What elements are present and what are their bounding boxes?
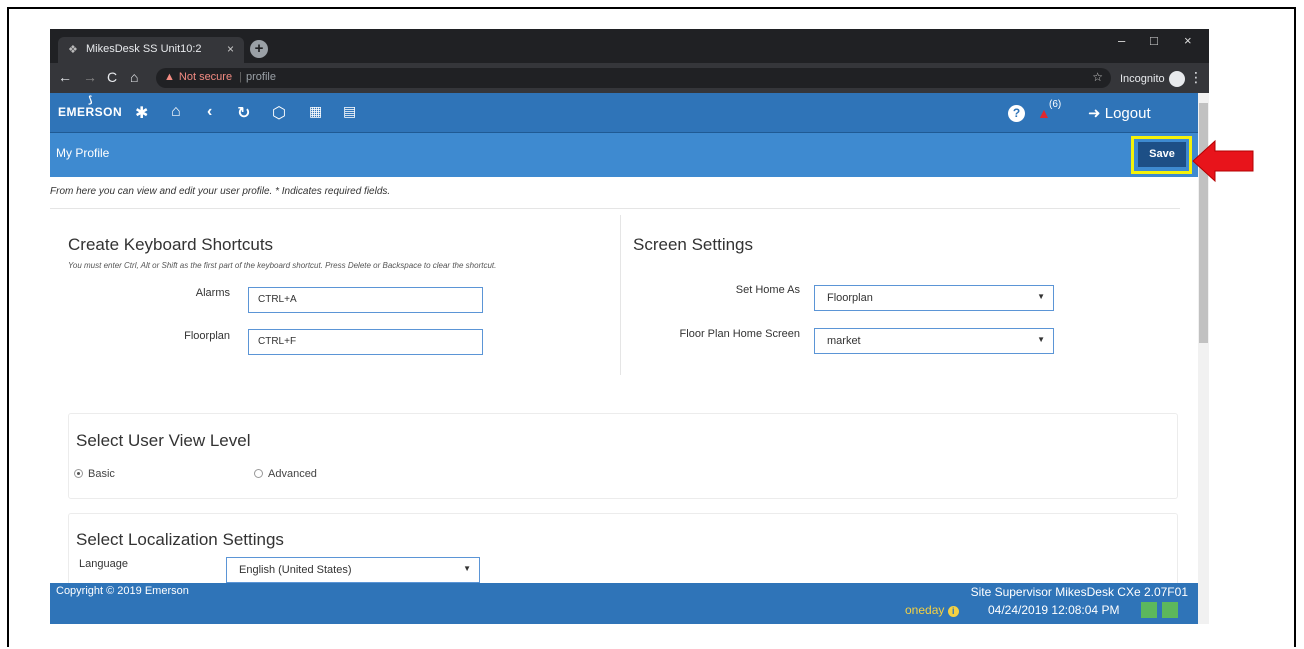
home-page-icon[interactable]: ⌂ — [130, 69, 138, 85]
dropdown-caret-icon: ▼ — [1037, 292, 1045, 301]
set-home-label: Set Home As — [735, 284, 800, 296]
warning-icon: ▲ — [164, 71, 175, 83]
floorplan-shortcut-input[interactable]: CTRL+F — [248, 329, 483, 355]
emerson-logo: ⟆ EMERSON — [58, 95, 123, 119]
maximize-button[interactable]: □ — [1150, 33, 1158, 48]
gear-icon[interactable]: ✱ — [135, 103, 148, 123]
profile-content: From here you can view and edit your use… — [50, 177, 1198, 593]
close-window-button[interactable]: × — [1184, 33, 1192, 48]
save-button[interactable]: Save — [1138, 142, 1186, 167]
view-level-title: Select User View Level — [76, 431, 251, 450]
oneday-status[interactable]: oneday i — [905, 603, 959, 617]
view-level-panel: Select User View Level Basic Advanced — [68, 413, 1178, 499]
incognito-icon — [1168, 71, 1185, 87]
help-icon[interactable]: ? — [1008, 105, 1025, 122]
notification-count[interactable]: (6) — [1049, 99, 1061, 110]
logout-icon: ➜ — [1088, 105, 1101, 122]
tab-strip: ❖ MikesDesk SS Unit10:2 × + – □ × — [50, 29, 1209, 63]
logout-button[interactable]: ➜ Logout — [1088, 104, 1151, 122]
copyright-text: Copyright © 2019 Emerson — [56, 585, 189, 597]
column-divider — [620, 215, 621, 375]
localization-title: Select Localization Settings — [76, 530, 284, 549]
language-select[interactable]: English (United States) ▼ — [226, 557, 480, 583]
browser-toolbar: ← → C ⌂ ▲ Not secure | profile ☆ Incognito… — [50, 63, 1209, 93]
forward-arrow-icon[interactable]: → — [83, 69, 97, 85]
radio-selected-icon — [74, 469, 83, 478]
app-header: ⟆ EMERSON ✱ ⌂ ‹ ↻ ⬡ ▦ ▤ ? ▲ (6) ➜ Logout — [50, 93, 1198, 133]
not-secure-label: Not secure — [178, 71, 233, 83]
shortcuts-note: You must enter Ctrl, Alt or Shift as the… — [68, 261, 497, 270]
floorplan-home-label: Floor Plan Home Screen — [679, 328, 800, 340]
tab-close-icon[interactable]: × — [227, 42, 234, 56]
reload-icon[interactable]: C — [107, 69, 117, 85]
floorplan-label: Floorplan — [184, 330, 230, 342]
map-icon[interactable]: ▤ — [343, 103, 356, 120]
dropdown-caret-icon: ▼ — [463, 564, 471, 573]
address-separator: | — [239, 71, 243, 83]
localization-panel: Select Localization Settings Language En… — [68, 513, 1178, 593]
page-subheader: My Profile Save — [50, 133, 1198, 177]
red-arrow-annotation — [1192, 139, 1254, 183]
radio-advanced[interactable]: Advanced — [254, 468, 317, 480]
status-green-box — [1141, 602, 1157, 618]
site-info: Site Supervisor MikesDesk CXe 2.07F01 — [970, 585, 1188, 599]
back-arrow-icon[interactable]: ← — [58, 69, 72, 85]
browser-tab[interactable]: ❖ MikesDesk SS Unit10:2 × — [58, 37, 244, 63]
new-tab-button[interactable]: + — [250, 40, 268, 58]
refresh-icon[interactable]: ↻ — [237, 103, 250, 123]
radio-unselected-icon — [254, 469, 263, 478]
language-label: Language — [79, 558, 128, 570]
status-green-box — [1162, 602, 1178, 618]
bookmark-star-icon[interactable]: ☆ — [1092, 70, 1103, 84]
radio-basic[interactable]: Basic — [74, 468, 115, 480]
alarms-shortcut-input[interactable]: CTRL+A — [248, 287, 483, 313]
datetime: 04/24/2019 12:08:04 PM — [988, 603, 1120, 617]
shortcuts-title: Create Keyboard Shortcuts — [68, 235, 274, 254]
alarms-label: Alarms — [195, 287, 230, 299]
favicon-icon: ❖ — [68, 44, 78, 56]
address-bar[interactable]: ▲ Not secure | profile ☆ — [156, 68, 1111, 88]
incognito-indicator: Incognito — [1120, 71, 1185, 87]
logo-mark-icon: ⟆ — [88, 95, 94, 106]
browser-menu-icon[interactable]: ⋮ — [1189, 69, 1203, 86]
set-home-select[interactable]: Floorplan ▼ — [814, 285, 1054, 311]
minimize-button[interactable]: – — [1118, 33, 1125, 48]
calendar-icon[interactable]: ▦ — [309, 103, 322, 120]
screen-settings-title: Screen Settings — [633, 235, 754, 254]
cube-icon[interactable]: ⬡ — [272, 103, 286, 123]
page-title: My Profile — [56, 146, 110, 160]
browser-window: ❖ MikesDesk SS Unit10:2 × + – □ × ← → C … — [50, 29, 1209, 624]
divider — [50, 208, 1180, 209]
tab-title: MikesDesk SS Unit10:2 — [86, 43, 202, 55]
status-footer: Copyright © 2019 Emerson Site Supervisor… — [50, 583, 1198, 624]
floorplan-home-select[interactable]: market ▼ — [814, 328, 1054, 354]
info-icon: i — [947, 606, 959, 617]
intro-text: From here you can view and edit your use… — [50, 186, 391, 197]
home-icon[interactable]: ⌂ — [171, 103, 181, 121]
dropdown-caret-icon: ▼ — [1037, 335, 1045, 344]
address-path: profile — [246, 71, 276, 83]
back-icon[interactable]: ‹ — [207, 103, 212, 121]
